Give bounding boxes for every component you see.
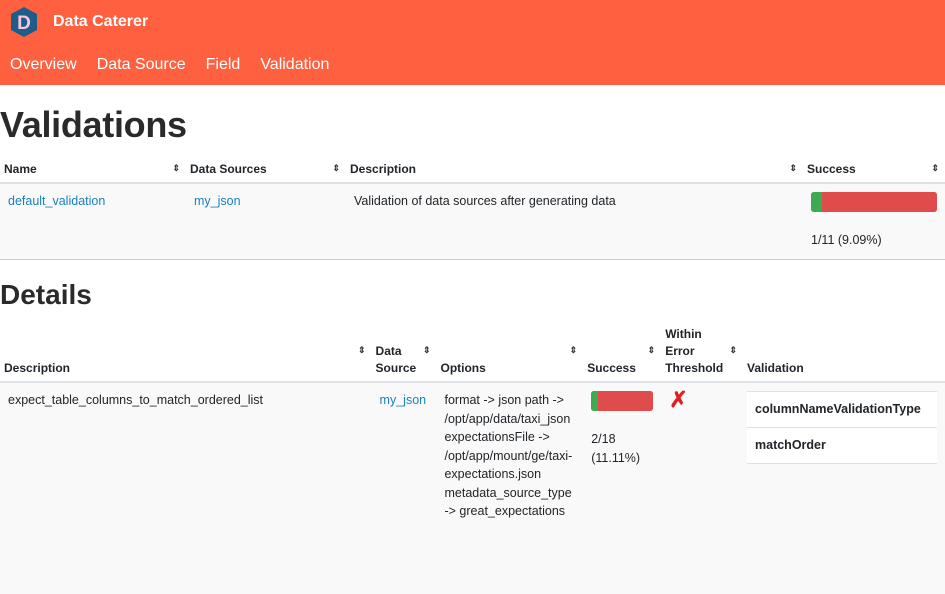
failure-bar-segment — [822, 192, 937, 212]
validation-item: matchOrder — [747, 427, 937, 464]
success-bar-segment — [811, 192, 823, 212]
nav-field[interactable]: Field — [206, 56, 241, 74]
navbar: D Data Caterer Overview Data Source Fiel… — [0, 0, 945, 85]
sort-icon[interactable]: ⇕ — [570, 342, 578, 359]
col-success[interactable]: Success ⇕ — [583, 322, 662, 383]
detail-description: expect_table_columns_to_match_ordered_li… — [0, 382, 372, 594]
sort-icon[interactable]: ⇕ — [729, 342, 737, 359]
details-table: Description ⇕ Data Source ⇕ Options ⇕ Succe… — [0, 322, 945, 594]
sort-icon[interactable]: ⇕ — [648, 342, 656, 359]
app-name: Data Caterer — [53, 13, 149, 30]
success-text: 1/11 (9.09%) — [811, 233, 882, 247]
success-bar-segment — [591, 391, 599, 411]
data-source-link[interactable]: my_json — [380, 393, 427, 407]
nav-data-source[interactable]: Data Source — [97, 56, 186, 74]
validations-table: Name ⇕ Data Sources ⇕ Description ⇕ Success… — [0, 157, 945, 260]
success-progress-bar — [591, 391, 654, 411]
col-data-sources[interactable]: Data Sources ⇕ — [186, 157, 346, 184]
brand[interactable]: D Data Caterer — [8, 6, 148, 38]
col-description[interactable]: Description ⇕ — [346, 157, 803, 184]
nav-menu: Overview Data Source Field Validation — [10, 56, 349, 74]
success-progress-bar — [811, 192, 937, 212]
detail-options: format -> json path -> /opt/app/data/tax… — [436, 382, 584, 594]
col-name[interactable]: Name ⇕ — [0, 157, 186, 184]
success-cell: 2/18 (11.11%) — [583, 382, 662, 594]
col-within-error-threshold[interactable]: Within Error Threshold ⇕ — [661, 322, 743, 383]
col-options[interactable]: Options ⇕ — [436, 322, 584, 383]
sort-icon[interactable]: ⇕ — [423, 342, 431, 359]
nav-overview[interactable]: Overview — [10, 56, 77, 74]
details-title: Details — [0, 279, 92, 310]
validation-description: Validation of data sources after generat… — [346, 183, 803, 260]
validation-item: columnNameValidationType — [747, 391, 937, 428]
cross-icon: ✗ — [669, 387, 688, 412]
sort-icon[interactable]: ⇕ — [332, 160, 340, 177]
failure-bar-segment — [598, 391, 654, 411]
success-cell: 1/11 (9.09%) — [803, 183, 945, 260]
col-description[interactable]: Description ⇕ — [0, 322, 372, 383]
svg-text:D: D — [17, 13, 31, 34]
validation-name-link[interactable]: default_validation — [8, 194, 105, 208]
col-success[interactable]: Success ⇕ — [803, 157, 945, 184]
success-text: 2/18 (11.11%) — [591, 432, 641, 465]
nav-validation[interactable]: Validation — [260, 56, 329, 74]
col-validation[interactable]: Validation — [743, 322, 945, 383]
validations-title: Validations — [0, 104, 187, 145]
sort-icon[interactable]: ⇕ — [789, 160, 797, 177]
validation-details-table: columnNameValidationType matchOrder — [747, 391, 937, 464]
data-source-link[interactable]: my_json — [194, 194, 241, 208]
sort-icon[interactable]: ⇕ — [172, 160, 180, 177]
table-row: default_validation my_json Validation of… — [0, 183, 945, 260]
col-data-source[interactable]: Data Source ⇕ — [371, 322, 437, 383]
sort-icon[interactable]: ⇕ — [931, 160, 939, 177]
sort-icon[interactable]: ⇕ — [358, 342, 366, 359]
data-caterer-logo-icon: D — [11, 7, 37, 37]
table-row: expect_table_columns_to_match_ordered_li… — [0, 382, 945, 594]
